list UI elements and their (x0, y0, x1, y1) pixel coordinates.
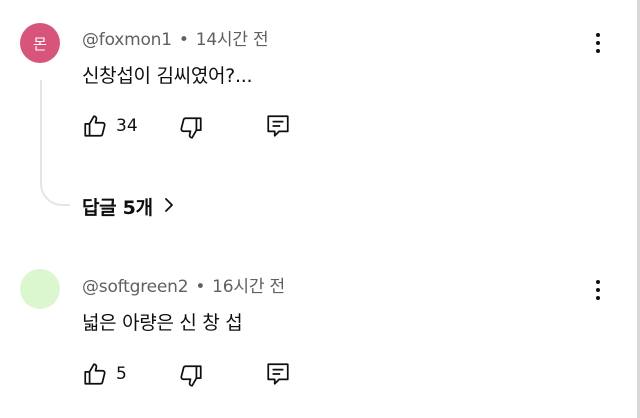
like-count: 34 (116, 116, 138, 136)
more-vertical-icon-dot (596, 288, 600, 292)
view-replies-button[interactable]: 답글 5개 (82, 193, 177, 220)
more-vertical-icon-dot (596, 49, 600, 53)
thumbs-up-icon (82, 113, 108, 139)
comment-item: 몬 @foxmon1 • 14시간 전 신창섭이 김씨였어?... 34 답글 … (0, 0, 636, 230)
more-vertical-icon-dot (596, 41, 600, 45)
chevron-right-icon (153, 196, 177, 218)
thumbs-up-icon (82, 361, 108, 387)
dislike-button[interactable] (178, 363, 204, 389)
like-button[interactable]: 34 (82, 113, 138, 139)
comment-menu-button[interactable] (586, 275, 610, 305)
more-vertical-icon-dot (596, 296, 600, 300)
replies-label: 답글 5개 (82, 197, 153, 219)
comment-text: 넓은 아량은 신 창 섭 (82, 312, 243, 334)
avatar[interactable]: 몬 (20, 23, 60, 63)
comment-menu-button[interactable] (586, 28, 610, 58)
reply-icon (265, 361, 291, 387)
reply-button[interactable] (265, 361, 291, 387)
meta-separator: • (178, 30, 189, 50)
comment-text: 신창섭이 김씨였어?... (82, 65, 253, 87)
reply-icon (265, 113, 291, 139)
meta-separator: • (195, 277, 206, 297)
thumbs-down-icon (178, 363, 204, 389)
comment-author[interactable]: @softgreen2 (82, 277, 189, 297)
avatar[interactable] (20, 269, 60, 309)
like-button[interactable]: 5 (82, 361, 127, 387)
avatar-initial: 몬 (33, 34, 47, 53)
thread-connector (40, 80, 70, 206)
more-vertical-icon (596, 280, 600, 284)
comment-author[interactable]: @foxmon1 (82, 30, 172, 50)
thumbs-down-icon (178, 115, 204, 141)
comment-meta: @foxmon1 • 14시간 전 (82, 25, 269, 50)
comment-time[interactable]: 14시간 전 (196, 30, 269, 50)
comment-item: @softgreen2 • 16시간 전 넓은 아량은 신 창 섭 5 (0, 250, 636, 418)
reply-button[interactable] (265, 113, 291, 139)
more-vertical-icon (596, 33, 600, 37)
comment-time[interactable]: 16시간 전 (212, 277, 285, 297)
dislike-button[interactable] (178, 115, 204, 141)
like-count: 5 (116, 364, 127, 384)
comment-meta: @softgreen2 • 16시간 전 (82, 272, 285, 297)
